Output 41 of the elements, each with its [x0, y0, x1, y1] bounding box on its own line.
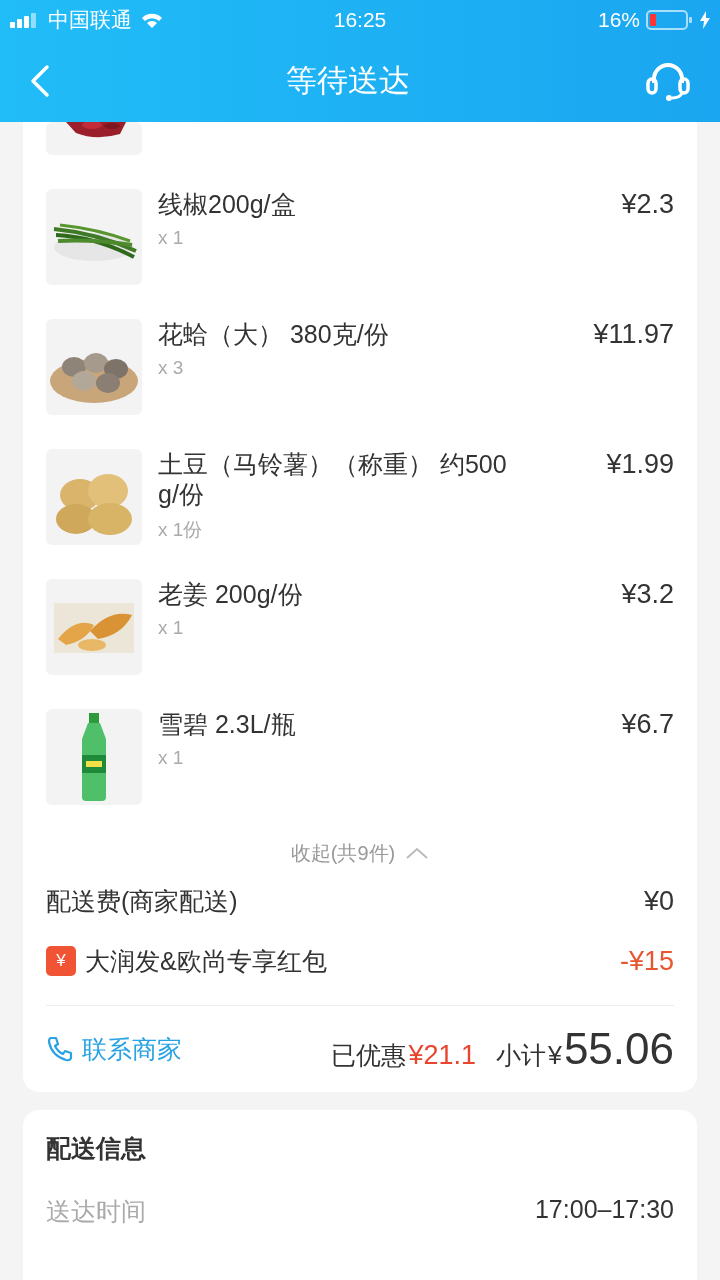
product-name: 老姜 200g/份	[158, 579, 304, 609]
section-title: 配送信息	[46, 1133, 147, 1164]
product-quantity: x 3	[158, 357, 185, 379]
coupon-label: 大润发&欧尚专享红包	[85, 945, 327, 977]
wifi-icon	[140, 11, 164, 29]
page-title: 等待送达	[286, 62, 410, 100]
headset-icon[interactable]	[646, 61, 690, 101]
info-value: 17:00–17:30	[534, 1195, 674, 1225]
product-price: ¥2.3	[621, 189, 674, 221]
product-quantity: x 1	[158, 227, 185, 249]
subtotal-amount: 55.06	[563, 1024, 674, 1074]
currency-symbol: ¥	[548, 1041, 562, 1070]
product-price: ¥3.2	[621, 579, 674, 611]
clock: 16:25	[333, 8, 387, 32]
battery-icon	[646, 9, 694, 31]
contact-merchant-button[interactable]: 联系商家	[46, 1032, 182, 1066]
phone-icon	[46, 1035, 74, 1063]
product-quantity: x 1	[158, 617, 185, 639]
fee-amount: ¥0	[643, 885, 674, 917]
product-name: 线椒200g/盒	[158, 189, 297, 219]
battery-percent: 16%	[597, 8, 640, 32]
product-name: 土豆（马铃薯）（称重） 约500g/份	[158, 449, 508, 509]
product-price: ¥1.99	[606, 449, 674, 481]
coupon-amount: -¥15	[619, 945, 674, 977]
carrier-name: 中国联通	[48, 7, 132, 33]
coupon-badge: ¥	[46, 946, 76, 976]
back-icon[interactable]	[30, 64, 50, 98]
product-quantity: x 1	[158, 747, 185, 769]
discount-label: 已优惠	[331, 1040, 407, 1071]
product-quantity: x 1份	[158, 518, 204, 542]
info-label: 送达时间	[46, 1196, 146, 1227]
collapse-button[interactable]: 收起(共9件)	[46, 835, 674, 871]
charging-icon	[700, 11, 710, 29]
discount-amount: ¥21.1	[408, 1040, 476, 1071]
product-price: ¥6.7	[621, 709, 674, 741]
subtotal-label: 小计	[496, 1040, 546, 1071]
product-name: 雪碧 2.3L/瓶	[158, 709, 297, 739]
chevron-up-icon	[405, 846, 430, 860]
fee-label: 配送费(商家配送)	[46, 885, 238, 917]
product-price: ¥11.97	[593, 319, 674, 351]
product-name: 花蛤（大） 380克/份	[158, 319, 390, 349]
